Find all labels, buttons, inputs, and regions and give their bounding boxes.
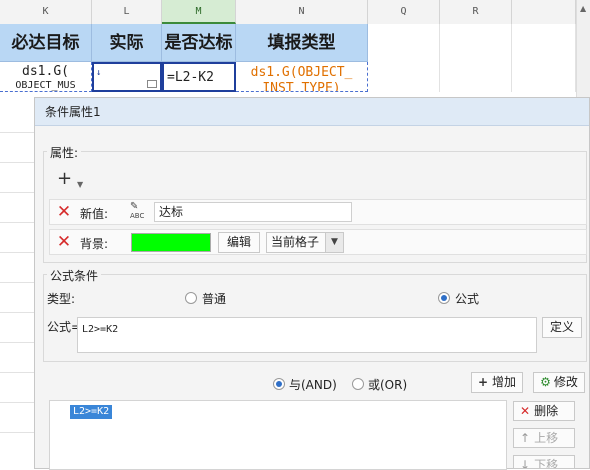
new-value-label: 新值: xyxy=(80,207,109,221)
add-condition-label: 增加 xyxy=(492,375,517,389)
type-label: 类型: xyxy=(47,292,76,306)
move-up-button[interactable]: ↑ 上移 xyxy=(513,428,575,448)
arrow-up-icon: ↑ xyxy=(520,431,531,445)
type-normal-label[interactable]: 普通 xyxy=(202,290,226,307)
new-value-input[interactable]: 达标 xyxy=(154,202,352,222)
grid-line xyxy=(0,132,34,133)
column-header-n[interactable]: N xyxy=(236,0,368,24)
scroll-up-icon[interactable]: ▲ xyxy=(580,4,586,13)
modify-condition-button[interactable]: ⚙ 修改 xyxy=(533,372,585,393)
dialog-title: 条件属性1 xyxy=(35,98,589,126)
chevron-down-icon: ▼ xyxy=(325,233,343,252)
column-header-r[interactable]: R xyxy=(440,0,512,24)
arrow-down-icon: ↓ xyxy=(520,458,531,469)
chevron-down-icon: ▼ xyxy=(77,180,84,189)
condition-list[interactable]: L2>=K2 xyxy=(49,400,507,470)
header-cell-target[interactable]: 必达目标 xyxy=(0,24,92,62)
grid-line xyxy=(0,282,34,283)
move-down-button[interactable]: ↓ 下移 xyxy=(513,455,575,469)
grid-line xyxy=(0,162,34,163)
grid-line xyxy=(0,252,34,253)
plus-icon: + xyxy=(477,375,489,389)
column-header-l[interactable]: L xyxy=(92,0,162,24)
cell-k2[interactable]: ds1.G( OBJECT_MUS xyxy=(0,62,92,92)
cell-k2-line2: OBJECT_MUS xyxy=(15,80,76,91)
column-header-m[interactable]: M xyxy=(162,0,236,24)
grid-line xyxy=(0,342,34,343)
text-type-icon[interactable]: ✎ ABC xyxy=(130,202,152,222)
cell-k2-line1: ds1.G( xyxy=(22,64,69,79)
logic-and-label[interactable]: 与(AND) xyxy=(289,376,337,393)
background-label: 背景: xyxy=(80,237,109,251)
background-color-swatch[interactable] xyxy=(131,233,211,252)
header-cell-achieved[interactable]: 是否达标 xyxy=(162,24,236,62)
cell-m2-formula: =L2-K2 xyxy=(167,70,214,85)
move-up-label: 上移 xyxy=(534,431,559,445)
logic-and-radio[interactable] xyxy=(273,378,285,390)
attribute-row-background: ✕ 背景: 编辑 当前格子 ▼ xyxy=(49,229,587,255)
logic-or-radio[interactable] xyxy=(352,378,364,390)
condition-attributes-dialog: 条件属性1 属性: + ▼ ✕ 新值: ✎ ABC 达标 ✕ 背景: 编辑 当前格… xyxy=(34,97,590,470)
grid-line xyxy=(0,222,34,223)
delete-condition-label: 删除 xyxy=(534,404,559,418)
type-normal-radio[interactable] xyxy=(185,292,197,304)
type-formula-label[interactable]: 公式 xyxy=(455,290,479,307)
vertical-scrollbar[interactable]: ▲ xyxy=(576,0,590,100)
blank-column-q[interactable] xyxy=(368,24,440,92)
blank-column-r[interactable] xyxy=(440,24,512,92)
modify-condition-label: 修改 xyxy=(553,375,578,389)
delete-attribute-icon[interactable]: ✕ xyxy=(56,234,72,251)
grid-line xyxy=(0,192,34,193)
cell-n2-line2: INST_TYPE) xyxy=(262,81,341,92)
header-cell-actual[interactable]: 实际 xyxy=(92,24,162,62)
modify-icon: ⚙ xyxy=(540,375,551,389)
add-attribute-button[interactable]: + ▼ xyxy=(57,170,87,190)
grid-line xyxy=(0,372,34,373)
column-header-blank[interactable] xyxy=(512,0,576,24)
cell-marker-icon: ↓ xyxy=(96,68,102,78)
attribute-row-new-value: ✕ 新值: ✎ ABC 达标 xyxy=(49,199,587,225)
cell-n2-line1: ds1.G(OBJECT_ xyxy=(250,65,353,80)
cell-l2[interactable]: ↓ xyxy=(92,62,162,92)
delete-condition-button[interactable]: ✕ 删除 xyxy=(513,401,575,421)
grid-line xyxy=(0,402,34,403)
scope-select[interactable]: 当前格子 ▼ xyxy=(266,232,344,253)
delete-attribute-icon[interactable]: ✕ xyxy=(56,204,72,221)
column-header-k[interactable]: K xyxy=(0,0,92,24)
list-item[interactable]: L2>=K2 xyxy=(70,405,113,419)
formula-label: 公式= xyxy=(47,320,82,334)
blank-column-s[interactable] xyxy=(512,24,576,92)
cell-widget-icon xyxy=(147,80,157,88)
header-cell-report-type[interactable]: 填报类型 xyxy=(236,24,368,62)
formula-condition-label: 公式条件 xyxy=(47,267,102,284)
cell-n2[interactable]: ds1.G(OBJECT_ INST_TYPE) xyxy=(236,62,368,92)
grid-line xyxy=(0,312,34,313)
type-formula-radio[interactable] xyxy=(438,292,450,304)
edit-background-button[interactable]: 编辑 xyxy=(218,232,260,253)
column-header-q[interactable]: Q xyxy=(368,0,440,24)
cell-m2[interactable]: =L2-K2 xyxy=(162,62,236,92)
close-icon: ✕ xyxy=(520,404,531,418)
column-header-row: K L M N Q R xyxy=(0,0,590,24)
scope-select-value: 当前格子 xyxy=(271,235,320,249)
move-down-label: 下移 xyxy=(534,458,559,469)
formula-input[interactable]: L2>=K2 xyxy=(77,317,537,353)
attributes-label: 属性: xyxy=(47,144,82,161)
define-button[interactable]: 定义 xyxy=(542,317,582,338)
logic-or-label[interactable]: 或(OR) xyxy=(368,376,407,393)
add-condition-button[interactable]: + 增加 xyxy=(471,372,523,393)
grid-line xyxy=(0,432,34,433)
plus-icon: + xyxy=(57,168,73,189)
